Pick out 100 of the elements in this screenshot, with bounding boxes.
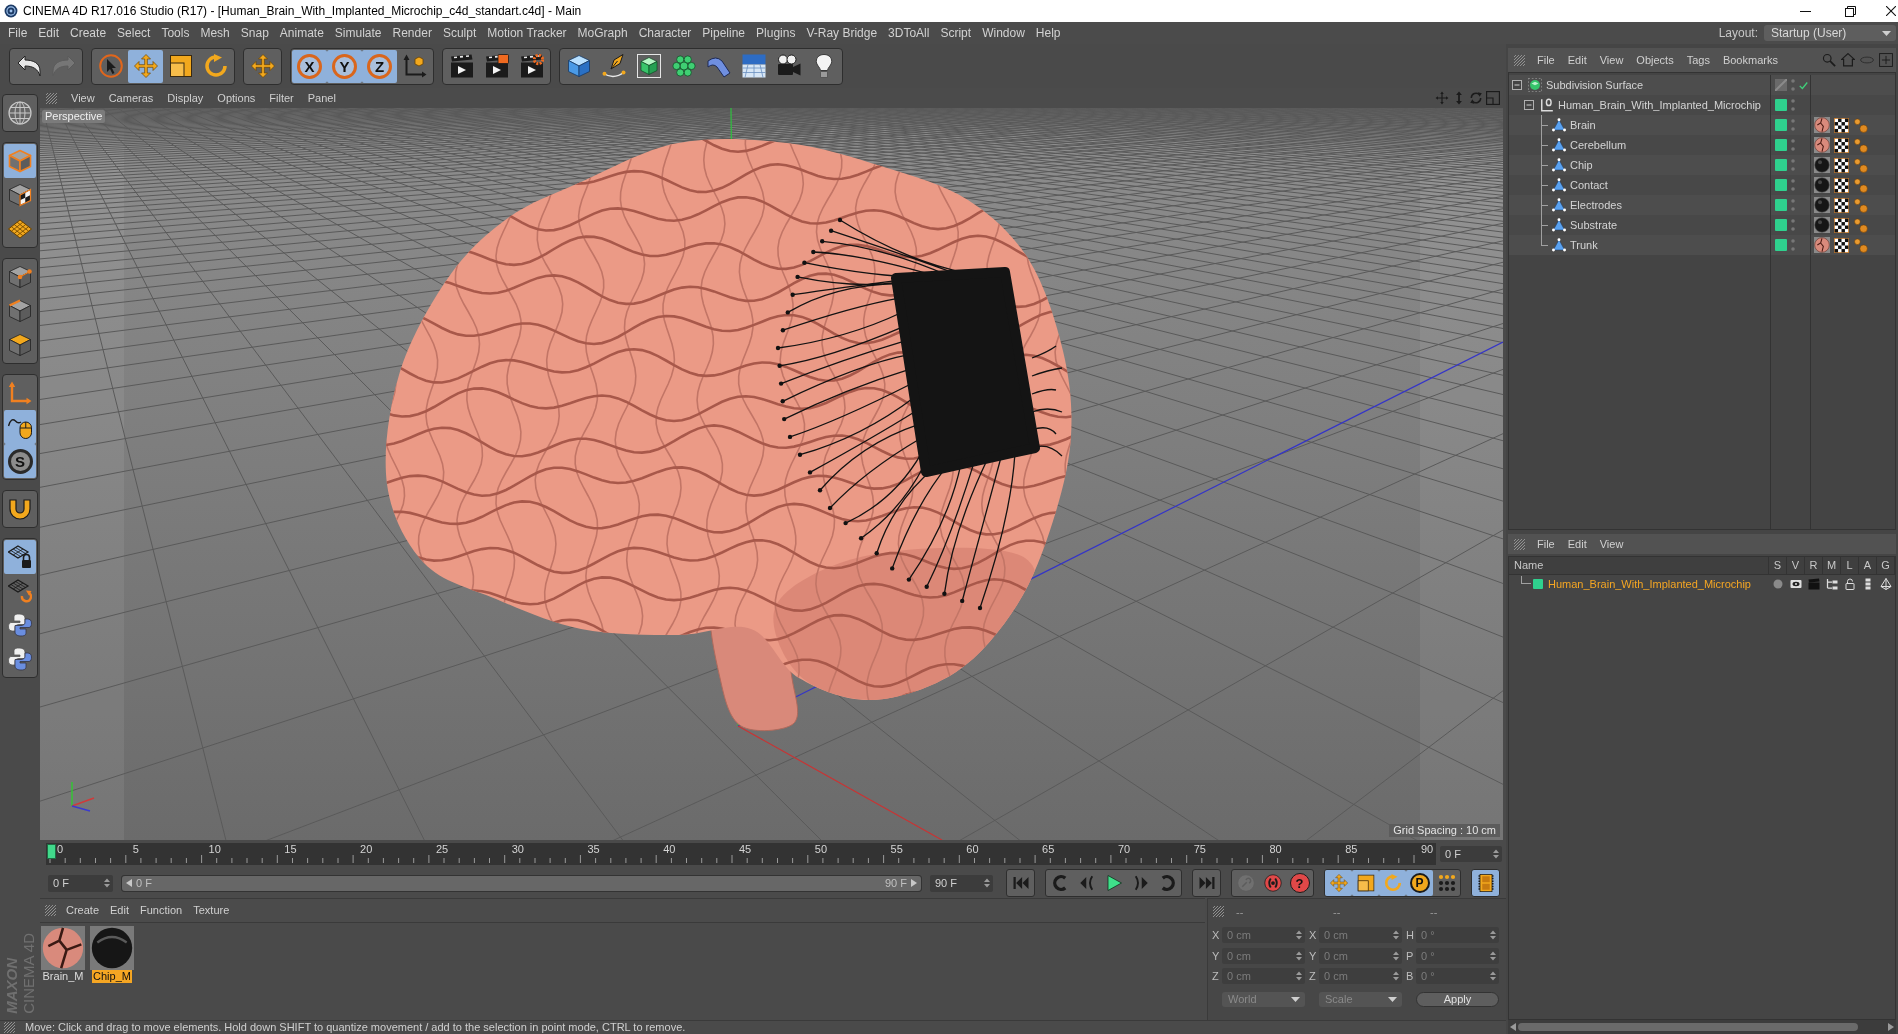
spinner-arrows-icon[interactable] — [984, 878, 990, 888]
spinner-arrows-icon[interactable] — [1393, 950, 1399, 961]
menu-item[interactable]: Function — [140, 902, 183, 919]
layer-swatch-icon[interactable] — [1775, 179, 1787, 191]
visibility-dots-icon[interactable] — [1791, 119, 1795, 131]
layer-row[interactable]: Human_Brain_With_Implanted_Microchip — [1509, 575, 1895, 593]
menu-item[interactable]: Create — [70, 24, 107, 42]
visibility-dots-icon[interactable] — [1791, 199, 1795, 211]
visibility-dots-icon[interactable] — [1791, 239, 1795, 251]
grip-icon[interactable] — [1213, 905, 1224, 917]
axis-lock-button[interactable]: Y — [327, 49, 362, 83]
scroll-left-icon[interactable] — [1510, 1023, 1516, 1031]
menu-item[interactable]: Cameras — [108, 89, 154, 107]
menu-item[interactable]: Edit — [38, 24, 60, 42]
menu-item[interactable]: Tags — [1686, 51, 1710, 69]
left-arrow-icon[interactable] — [126, 879, 132, 887]
object-row[interactable]: Trunk — [1509, 235, 1895, 255]
menu-item[interactable]: V-Ray Bridge — [806, 24, 878, 42]
menu-item[interactable]: Objects — [1636, 51, 1674, 69]
layout-dropdown[interactable]: Startup (User) — [1764, 25, 1896, 41]
menu-item[interactable]: Texture — [193, 902, 230, 919]
material-item[interactable]: Brain_M — [41, 926, 85, 983]
menu-item[interactable]: Simulate — [334, 24, 382, 42]
menu-item[interactable]: Plugins — [756, 24, 796, 42]
spinner-arrows-icon[interactable] — [1493, 849, 1499, 859]
visibility-dots-icon[interactable] — [1791, 139, 1795, 151]
snap-button[interactable]: S — [4, 444, 36, 478]
grip-icon[interactable] — [4, 1022, 15, 1033]
material-item[interactable]: Chip_M — [90, 926, 134, 983]
menu-item[interactable]: Help — [1035, 24, 1061, 42]
menu-item[interactable]: Select — [117, 24, 151, 42]
visibility-dots-icon[interactable] — [1791, 99, 1795, 111]
visibility-dots-icon[interactable] — [1791, 219, 1795, 231]
layer-swatch-icon[interactable] — [1775, 119, 1787, 131]
layer-swatch-icon[interactable] — [1533, 579, 1543, 589]
menu-item[interactable]: Options — [217, 89, 256, 107]
object-row[interactable]: Cerebellum — [1509, 135, 1895, 155]
menu-item[interactable]: Edit — [110, 902, 129, 919]
collapse-box-icon[interactable] — [1524, 100, 1534, 110]
menu-item[interactable]: File — [1537, 535, 1555, 553]
visibility-dots-icon[interactable] — [1791, 159, 1795, 171]
menu-item[interactable]: Window — [982, 24, 1025, 42]
spinner-arrows-icon[interactable] — [1393, 930, 1399, 941]
layer-swatch-icon[interactable] — [1775, 139, 1787, 151]
menu-item[interactable]: Snap — [240, 24, 269, 42]
menu-item[interactable]: Animate — [279, 24, 324, 42]
menu-item[interactable]: View — [71, 89, 95, 107]
object-row[interactable]: Substrate — [1509, 215, 1895, 235]
layer-swatch-icon[interactable] — [1775, 199, 1787, 211]
menu-item[interactable]: MoGraph — [577, 24, 628, 42]
layer-swatch-icon[interactable] — [1775, 99, 1787, 111]
grip-icon[interactable] — [1514, 538, 1525, 550]
menu-item[interactable]: 3DToAll — [888, 24, 930, 42]
axis-lock-button[interactable]: Z — [362, 49, 397, 83]
menu-item[interactable]: File — [8, 24, 28, 42]
menu-item[interactable]: Display — [167, 89, 204, 107]
spinner-arrows-icon[interactable] — [1393, 971, 1399, 982]
menu-item[interactable]: Mesh — [200, 24, 230, 42]
spinner-arrows-icon[interactable] — [1490, 950, 1496, 961]
menu-item[interactable]: File — [1537, 51, 1555, 69]
object-row[interactable]: Contact — [1509, 175, 1895, 195]
grip-icon[interactable] — [1514, 54, 1525, 66]
horizontal-scrollbar[interactable] — [1508, 1020, 1896, 1034]
recent-tool-button[interactable] — [243, 47, 282, 85]
grip-icon[interactable] — [45, 905, 56, 916]
collapse-box-icon[interactable] — [1512, 80, 1522, 90]
checkmark-icon[interactable] — [1799, 80, 1808, 90]
spinner-arrows-icon[interactable] — [1490, 930, 1496, 941]
timeline-button[interactable] — [1471, 869, 1500, 897]
object-row[interactable]: Subdivision Surface — [1509, 75, 1895, 95]
go-start-button[interactable] — [1006, 869, 1035, 897]
menu-item[interactable]: Bookmarks — [1722, 51, 1778, 69]
spinner-arrows-icon[interactable] — [1296, 950, 1302, 961]
layer-swatch-icon[interactable] — [1775, 159, 1787, 171]
menu-item[interactable]: Filter — [269, 89, 294, 107]
visibility-dots-icon[interactable] — [1791, 179, 1795, 191]
menu-item[interactable]: Edit — [1567, 535, 1587, 553]
layer-swatch-icon[interactable] — [1775, 79, 1787, 91]
menu-item[interactable]: Tools — [161, 24, 190, 42]
menu-item[interactable]: Sculpt — [442, 24, 477, 42]
menu-item[interactable]: Motion Tracker — [487, 24, 567, 42]
axis-lock-button[interactable]: X — [292, 49, 327, 83]
tweak-button[interactable] — [4, 410, 36, 444]
scroll-right-icon[interactable] — [1888, 1023, 1894, 1031]
make-editable-button[interactable] — [2, 94, 38, 132]
preview-range-slider[interactable]: 0 F 90 F — [121, 874, 922, 892]
layer-swatch-icon[interactable] — [1775, 239, 1787, 251]
menu-item[interactable]: Character — [638, 24, 692, 42]
object-row[interactable]: Chip — [1509, 155, 1895, 175]
go-end-button[interactable] — [1192, 869, 1221, 897]
menu-item[interactable]: Create — [66, 902, 100, 919]
magnet-button[interactable] — [2, 490, 38, 528]
frame-field[interactable]: 90 F — [930, 874, 993, 892]
spinner-arrows-icon[interactable] — [1490, 971, 1496, 982]
scrollbar-thumb[interactable] — [1518, 1023, 1858, 1031]
workplane-lock-button[interactable] — [4, 540, 36, 574]
current-frame-marker[interactable] — [47, 844, 56, 859]
spinner-arrows-icon[interactable] — [1296, 930, 1302, 941]
frame-field[interactable]: 0 F — [48, 874, 113, 892]
current-frame-field[interactable]: 0 F — [1440, 846, 1502, 862]
